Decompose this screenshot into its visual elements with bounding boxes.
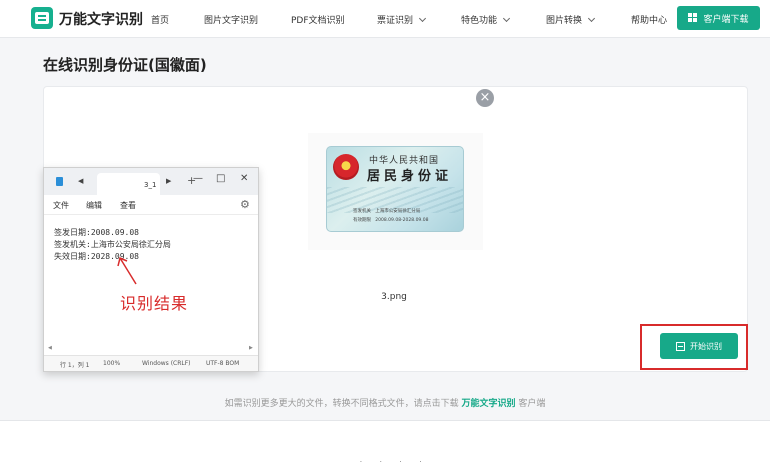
menu-view[interactable]: 查看 [120,200,136,211]
nav-home[interactable]: 首页 [151,13,169,26]
close-icon[interactable]: × [476,89,494,107]
zoom-level: 100% [103,360,121,367]
notepad-app-icon [56,177,63,186]
menu-edit[interactable]: 编辑 [86,200,102,211]
highlight-box [640,324,748,370]
national-emblem-icon [333,154,359,180]
maximize-icon[interactable]: □ [216,173,225,184]
notepad-titlebar: ◀ 3_1 ▶ + — □ ✕ [44,168,258,195]
id-card-image: 中华人民共和国 居民身份证 签发机关 上海市公安局徐汇分局 有效期限 2008.… [326,146,464,232]
nav-image-convert[interactable]: 图片转换 [546,13,596,26]
chevron-right-icon[interactable]: ▶ [166,177,171,185]
page-title: 在线识别身份证(国徽面) [43,56,207,74]
minimize-icon[interactable]: — [193,173,203,184]
chevron-left-icon[interactable]: ◀ [78,177,83,185]
annotation-label: 识别结果 [120,294,189,313]
cursor-position: 行 1，列 1 [60,362,90,369]
notepad-tab[interactable]: 3_1 [97,173,160,195]
download-hint: 如需识别更多更大的文件，转换不同格式文件，请点击下载 万能文字识别 客户端 [224,399,546,409]
nav-pdf-ocr[interactable]: PDF文档识别 [291,13,345,26]
encoding: UTF-8 BOM [206,360,240,367]
brand-name[interactable]: 万能文字识别 [59,9,143,29]
line-ending: Windows (CRLF) [142,360,191,367]
close-window-icon[interactable]: ✕ [240,173,248,184]
horizontal-scrollbar[interactable]: ◀ ▶ [44,344,258,354]
notepad-statusbar: 行 1，列 1 100% Windows (CRLF) UTF-8 BOM [44,355,258,371]
scroll-right-icon: ▶ [249,345,253,351]
result-line[interactable]: 签发机关:上海市公安局徐汇分局 [54,239,171,250]
chevron-down-icon [502,14,511,23]
result-line[interactable]: 签发日期:2008.09.08 [54,227,139,238]
download-link[interactable]: 万能文字识别 [461,399,515,409]
menu-file[interactable]: 文件 [53,200,69,211]
annotation-arrow-icon [117,256,137,285]
notepad-menubar: 文件 编辑 查看 ⚙ [44,195,258,215]
id-card-validity-row: 有效期限 2008.09.08-2028.09.08 [353,218,429,223]
logo-icon[interactable] [31,7,53,29]
nav-image-ocr[interactable]: 图片文字识别 [204,13,258,26]
gear-icon[interactable]: ⚙ [240,198,250,211]
id-card-issuer-row: 签发机关 上海市公安局徐汇分局 [353,209,421,214]
chevron-down-icon [418,14,427,23]
file-name: 3.png [381,292,407,302]
nav-features[interactable]: 特色功能 [461,13,511,26]
chevron-down-icon [587,14,596,23]
scroll-left-icon: ◀ [48,345,52,351]
id-card-title: 居民身份证 [367,169,453,184]
nav-help[interactable]: 帮助中心 [631,13,667,26]
bottom-dots: · · · · [360,459,430,464]
bottom-panel [0,420,770,464]
client-download-button[interactable]: 客户端下载 [677,6,760,30]
windows-icon [688,13,698,23]
nav-ticket-ocr[interactable]: 票证识别 [377,13,427,26]
top-nav: 万能文字识别 首页 图片文字识别 PDF文档识别 票证识别 特色功能 图片转换 … [0,0,770,38]
notepad-window: ◀ 3_1 ▶ + — □ ✕ 文件 编辑 查看 ⚙ 签发日期:2008.09.… [43,167,259,372]
